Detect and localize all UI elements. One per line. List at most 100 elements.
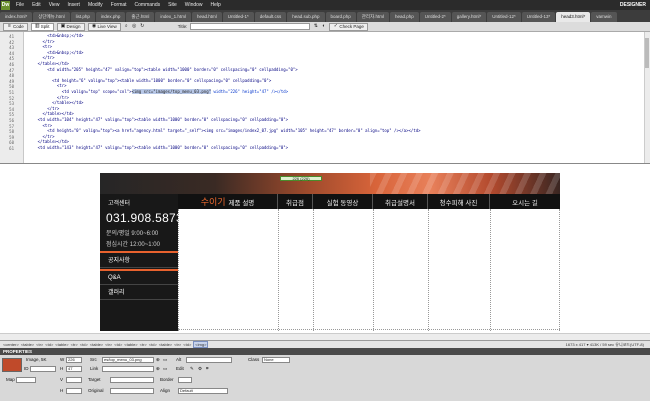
nav-item-directions[interactable]: 오시는 길 bbox=[490, 194, 560, 209]
document-tab[interactable]: list.php bbox=[70, 12, 95, 22]
tag-selector-item[interactable]: <table> bbox=[90, 342, 103, 347]
document-tab[interactable]: Untitled-12* bbox=[487, 12, 521, 22]
top-banner-image[interactable] bbox=[100, 173, 560, 194]
document-tab[interactable]: head3.html* bbox=[556, 12, 591, 22]
nav-item-product[interactable]: 수이기 제품 설명 bbox=[178, 194, 278, 209]
document-tab[interactable]: index.php bbox=[95, 12, 126, 22]
preview-icon[interactable]: ◐ bbox=[321, 24, 326, 29]
properties-panel-header[interactable]: PROPERTIES bbox=[0, 348, 650, 355]
align-select[interactable]: Default bbox=[178, 388, 228, 394]
split-view-button[interactable]: ▥ Split bbox=[30, 22, 54, 31]
document-tab[interactable]: head.sub.php bbox=[287, 12, 325, 22]
vspace-input[interactable] bbox=[66, 377, 82, 383]
title-input[interactable] bbox=[190, 23, 311, 30]
tag-selector-item[interactable]: <td> bbox=[149, 342, 157, 347]
nav-item-dealers[interactable]: 취급점 bbox=[278, 194, 313, 209]
check-page-button[interactable]: ✓ Check Page bbox=[329, 22, 368, 31]
menu-site[interactable]: Site bbox=[164, 0, 181, 10]
height-input[interactable]: 47 bbox=[66, 366, 82, 372]
sidebar-item-notice[interactable]: 공지사항 bbox=[100, 254, 178, 268]
document-tab[interactable]: 관리자.html bbox=[356, 12, 389, 22]
nav-item-manual[interactable]: 취급설명서 bbox=[373, 194, 428, 209]
code-view[interactable]: 41 42 43 44 45 46 47 48 49 50 51 52 53 54 55 56 57 58 59 60… bbox=[0, 32, 650, 164]
browse-link-icon[interactable]: ▭ bbox=[163, 366, 167, 372]
id-input[interactable] bbox=[30, 366, 56, 372]
globe-icon[interactable]: ◎ bbox=[132, 24, 137, 29]
tag-selector-item[interactable]: <tr> bbox=[71, 342, 78, 347]
code-vertical-scrollbar[interactable] bbox=[644, 32, 650, 163]
class-select[interactable]: None bbox=[262, 357, 290, 363]
menu-format[interactable]: Format bbox=[107, 0, 131, 10]
tag-selector-item[interactable]: <td> bbox=[114, 342, 122, 347]
tag-selector-item[interactable]: <center> bbox=[3, 342, 19, 347]
menu-window[interactable]: Window bbox=[181, 0, 207, 10]
sidebar-item-gallery[interactable]: 갤러리 bbox=[100, 286, 178, 300]
menu-view[interactable]: View bbox=[45, 0, 64, 10]
document-tab[interactable]: board.php bbox=[325, 12, 356, 22]
menu-edit[interactable]: Edit bbox=[28, 0, 45, 10]
design-view-button[interactable]: ▣ Design bbox=[56, 22, 85, 31]
document-tab[interactable]: 출근.html bbox=[126, 12, 155, 22]
tag-selector-item[interactable]: <td> bbox=[80, 342, 88, 347]
menu-commands[interactable]: Commands bbox=[131, 0, 165, 10]
tag-selector-item[interactable]: <img> bbox=[193, 341, 209, 348]
map-input[interactable] bbox=[16, 377, 36, 383]
sidebar-item-qna[interactable]: Q&A bbox=[100, 271, 178, 285]
tag-selector-item[interactable]: <tr> bbox=[36, 342, 43, 347]
alt-select[interactable] bbox=[186, 357, 232, 363]
code-line[interactable]: <td width="143" height="47" valign="top"… bbox=[28, 145, 288, 151]
document-tab[interactable]: Untitled-1* bbox=[222, 12, 254, 22]
border-input[interactable] bbox=[178, 377, 192, 383]
menu-modify[interactable]: Modify bbox=[84, 0, 107, 10]
tag-selector-item[interactable]: <tr> bbox=[174, 342, 181, 347]
tag-selector-item[interactable]: <td> bbox=[183, 342, 191, 347]
code-line[interactable]: <td width="104" height="47" valign="top"… bbox=[28, 117, 288, 123]
nav-item-video[interactable]: 실험 동영상 bbox=[313, 194, 373, 209]
src-input[interactable]: es/top_menu_03.png bbox=[102, 357, 154, 363]
nav-item-damage-photos[interactable]: 청수피해 사진 bbox=[428, 194, 490, 209]
tag-selector-item[interactable]: <table> bbox=[124, 342, 137, 347]
tag-selector-item[interactable]: <table> bbox=[55, 342, 68, 347]
file-management-icon[interactable]: ⇅ bbox=[313, 24, 318, 29]
point-to-link-icon[interactable]: ⊕ bbox=[156, 366, 160, 372]
document-tab[interactable]: head.php bbox=[389, 12, 419, 22]
hspace-input[interactable] bbox=[66, 388, 82, 394]
menu-help[interactable]: Help bbox=[207, 0, 225, 10]
document-tab[interactable]: Untitled-2* bbox=[419, 12, 451, 22]
tag-selector-item[interactable]: <table> bbox=[159, 342, 172, 347]
link-input[interactable] bbox=[102, 366, 154, 372]
tag-selector-item[interactable]: <td> bbox=[45, 342, 53, 347]
document-tab[interactable]: default.css bbox=[254, 12, 287, 22]
code-line[interactable]: <td width="205" height="47" valign="top"… bbox=[28, 67, 297, 73]
code-view-button[interactable]: ≡ Code bbox=[3, 22, 28, 31]
optimize-icon[interactable]: ⚙ bbox=[198, 366, 202, 372]
width-input[interactable]: 226 bbox=[66, 357, 82, 363]
workspace-switcher[interactable]: DESIGNER bbox=[620, 2, 650, 8]
point-to-file-icon[interactable]: ⊕ bbox=[156, 357, 160, 363]
crop-icon[interactable]: ⌗ bbox=[206, 366, 209, 371]
document-tab[interactable]: Untitled-13* bbox=[521, 12, 556, 22]
tag-selector-item[interactable]: <tr> bbox=[140, 342, 147, 347]
design-horizontal-scrollbar[interactable] bbox=[0, 333, 650, 340]
menu-file[interactable]: File bbox=[12, 0, 28, 10]
tag-selector-item[interactable]: <tr> bbox=[105, 342, 112, 347]
document-tab[interactable]: gallery.html* bbox=[451, 12, 487, 22]
original-input[interactable] bbox=[110, 388, 154, 394]
refresh-icon[interactable]: ↻ bbox=[140, 24, 145, 29]
design-view[interactable]: 226 (226) 고객센터 031.908.5873 문의/평일 9:00~6… bbox=[0, 165, 650, 340]
document-tab[interactable]: index.html* bbox=[0, 12, 33, 22]
document-tab[interactable]: index_1.html bbox=[155, 12, 191, 22]
code-scroll-thumb[interactable] bbox=[645, 38, 649, 68]
document-tab[interactable]: vamwin bbox=[591, 12, 617, 22]
document-tab[interactable]: 상단메뉴.html bbox=[33, 12, 70, 22]
menu-insert[interactable]: Insert bbox=[63, 0, 84, 10]
live-view-button[interactable]: ◉ Live View bbox=[87, 22, 121, 31]
target-select[interactable] bbox=[110, 377, 154, 383]
browse-folder-icon[interactable]: ▭ bbox=[163, 357, 167, 363]
document-tab[interactable]: head.html bbox=[191, 12, 222, 22]
tag-selector-item[interactable]: <table> bbox=[21, 342, 34, 347]
code-line[interactable]: <td height="0" valign="top"><a href="age… bbox=[28, 128, 420, 134]
inspect-icon[interactable]: ⌕ bbox=[124, 24, 129, 29]
edit-image-icon[interactable]: ✎ bbox=[190, 366, 194, 372]
